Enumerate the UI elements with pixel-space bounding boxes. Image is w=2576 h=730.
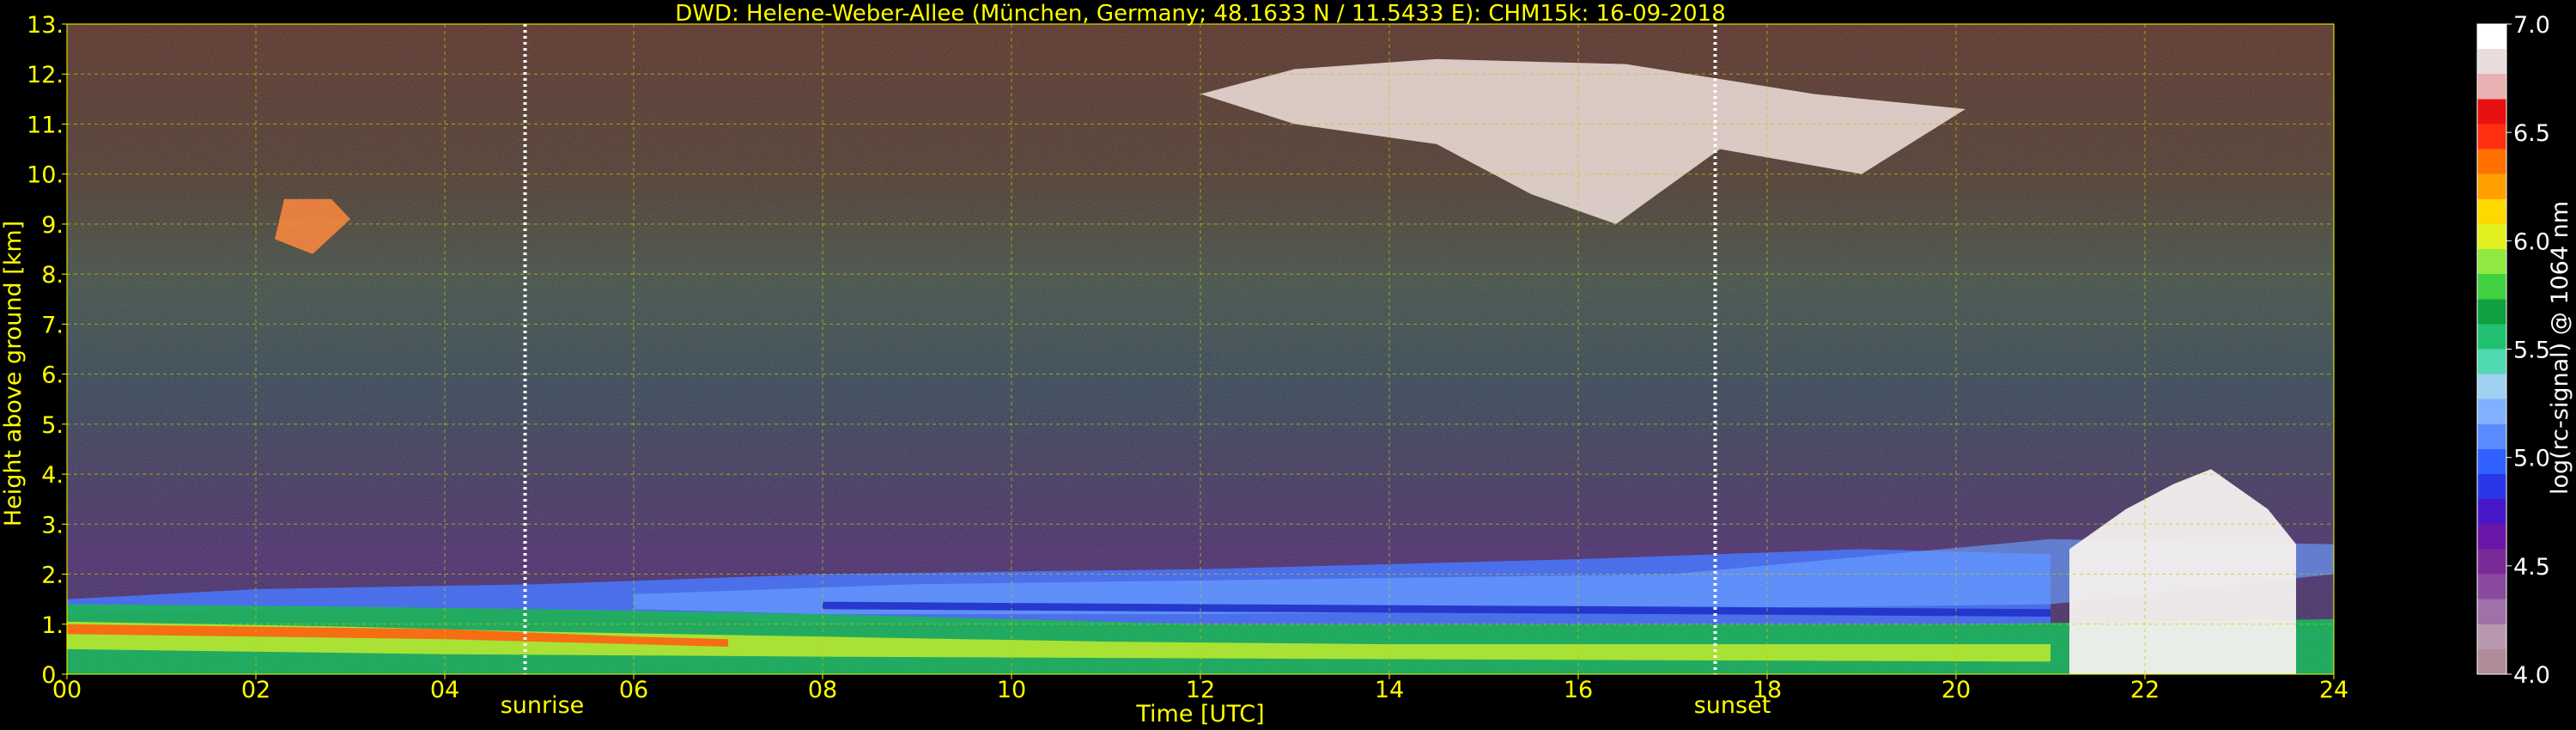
y-tick-label: 2.: [41, 563, 64, 589]
sunrise-label: sunrise: [501, 692, 585, 719]
colorbar-ticks: 4.0 4.5 5.0 5.5 6.0 6.5 7.0: [2506, 12, 2550, 689]
ceilometer-chart: 0.1.2.3.4.5.6.7.8.9.10.11.12.13. 00 02 04 0…: [0, 1, 2573, 727]
x-tick-label: 04: [430, 677, 459, 703]
y-tick-label: 11.: [27, 112, 64, 138]
y-tick-label: 5.: [41, 412, 64, 439]
y-tick-label: 1.: [41, 612, 64, 639]
x-tick-label: 20: [1941, 677, 1971, 703]
sunset-label: sunset: [1694, 692, 1771, 719]
colorbar-tick-label: 5.5: [2513, 338, 2550, 364]
x-tick-label: 10: [997, 677, 1026, 703]
colorbar-tick-label: 4.0: [2513, 662, 2550, 689]
x-tick-label: 02: [241, 677, 270, 703]
x-tick-label: 22: [2130, 677, 2160, 703]
colorbar-tick-label: 5.0: [2513, 446, 2550, 472]
x-tick-label: 16: [1564, 677, 1593, 703]
colorbar: 4.0 4.5 5.0 5.5 6.0 6.5 7.0 log(rc-signal) @ 1…: [2476, 12, 2573, 689]
y-tick-label: 4.: [41, 462, 64, 489]
plot-area: [66, 23, 2335, 675]
y-tick-label: 3.: [41, 512, 64, 538]
x-tick-label: 24: [2319, 677, 2348, 703]
x-tick-label: 14: [1375, 677, 1404, 703]
chart-title: DWD: Helene-Weber-Allee (München, German…: [675, 1, 1726, 27]
x-axis-ticks: 00 02 04 06 08 10 12 14 16 18 20 22 24: [52, 674, 2348, 703]
y-tick-label: 9.: [41, 212, 64, 239]
y-tick-label: 6.: [41, 362, 64, 389]
x-tick-label: 08: [808, 677, 837, 703]
y-axis-ticks: 0.1.2.3.4.5.6.7.8.9.10.11.12.13.: [27, 12, 67, 689]
colorbar-label: log(rc-signal) @ 1064 nm: [2547, 201, 2573, 495]
x-tick-label: 06: [619, 677, 648, 703]
y-tick-label: 7.: [41, 312, 64, 338]
x-tick-label: 12: [1186, 677, 1215, 703]
y-axis-label: Height above ground [km]: [0, 221, 27, 526]
colorbar-tick-label: 7.0: [2513, 12, 2550, 39]
colorbar-bar: [2476, 23, 2507, 675]
y-tick-label: 10.: [27, 162, 64, 189]
colorbar-tick-label: 6.5: [2513, 120, 2550, 147]
y-tick-label: 12.: [27, 62, 64, 88]
colorbar-tick-label: 6.0: [2513, 228, 2550, 255]
x-tick-label: 00: [52, 677, 82, 703]
y-tick-label: 13.: [27, 12, 64, 39]
colorbar-tick-label: 4.5: [2513, 554, 2550, 581]
x-axis-label: Time [UTC]: [1135, 701, 1264, 727]
y-tick-label: 8.: [41, 262, 64, 289]
